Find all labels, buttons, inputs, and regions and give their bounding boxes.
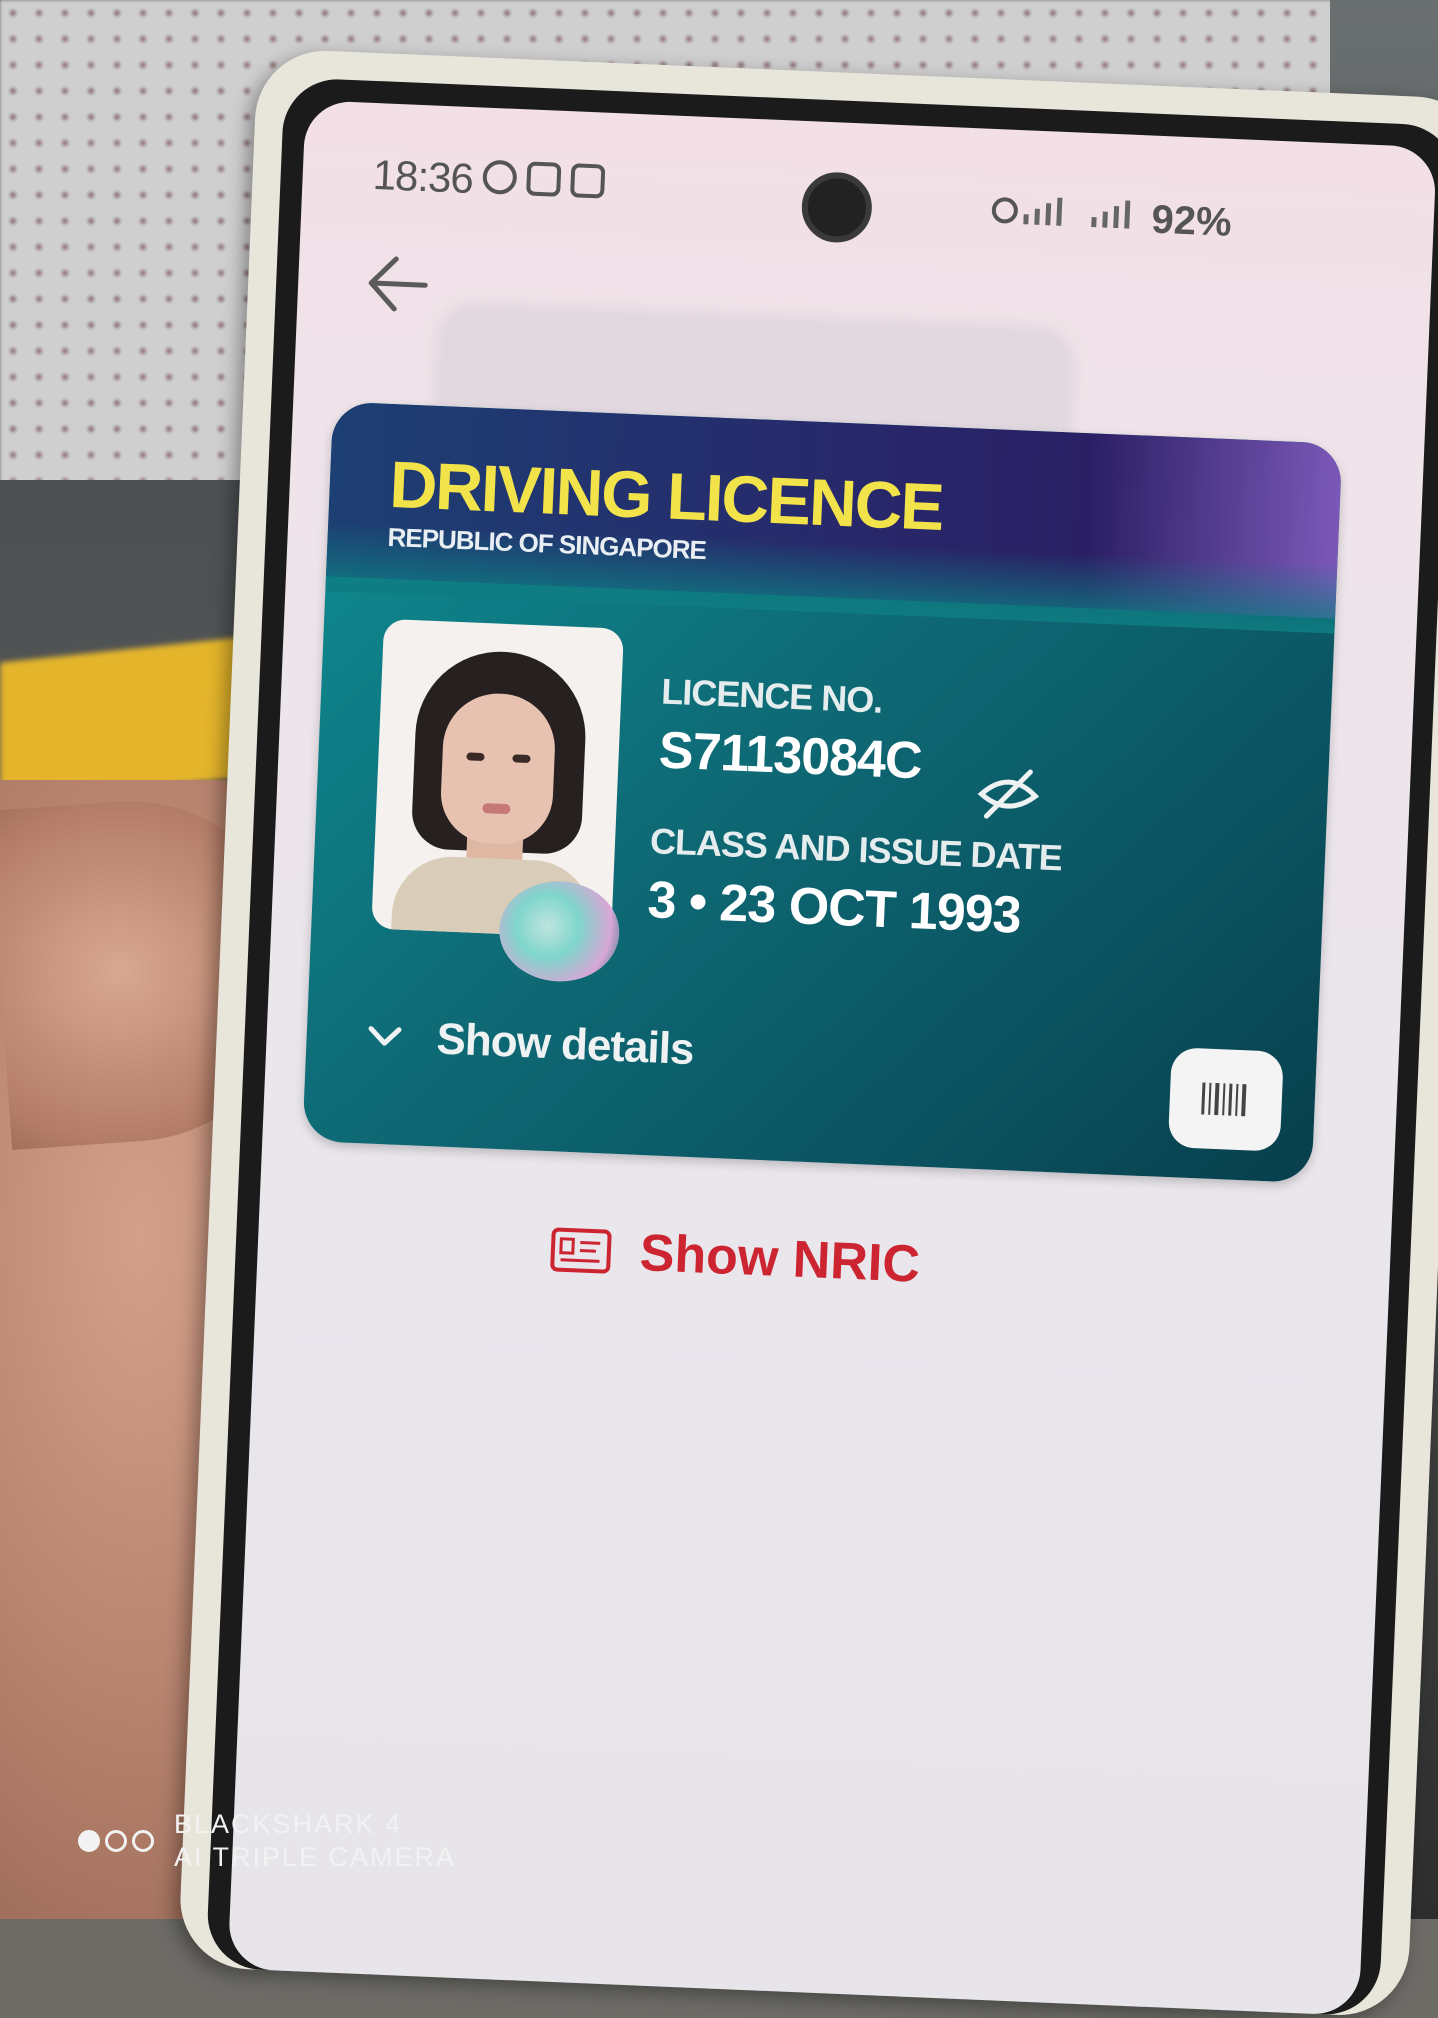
phone-screen: 18:36 92% DRIVING LICENCE REPUBLIC OF SI… <box>227 100 1437 2016</box>
notification-icons <box>482 159 606 199</box>
signal-icons <box>991 195 1131 229</box>
show-nric-button[interactable]: Show NRIC <box>549 1219 921 1294</box>
arrow-left-icon[interactable] <box>362 248 435 321</box>
barcode-icon <box>1201 1082 1247 1117</box>
class-issue-label: CLASS AND ISSUE DATE <box>649 820 1063 879</box>
licence-no-value: S7113084C <box>657 721 923 791</box>
watermark-dots-icon <box>78 1830 154 1852</box>
show-details-label: Show details <box>435 1014 695 1075</box>
licence-no-label: LICENCE NO. <box>660 670 884 721</box>
camera-watermark: BLACKSHARK 4 AI TRIPLE CAMERA <box>78 1808 456 1874</box>
background-yellow-line <box>0 637 240 803</box>
class-issue-value: 3 • 23 OCT 1993 <box>646 871 1022 945</box>
shopping-bag-icon <box>570 163 606 199</box>
barcode-button[interactable] <box>1167 1047 1284 1152</box>
front-camera <box>800 170 874 244</box>
show-details-toggle[interactable]: Show details <box>366 1011 695 1075</box>
alarm-icon <box>991 196 1019 224</box>
phone-case: 18:36 92% DRIVING LICENCE REPUBLIC OF SI… <box>177 48 1438 2018</box>
watermark-line-1: BLACKSHARK 4 <box>174 1809 403 1839</box>
gallery-icon <box>526 161 562 197</box>
phone-bezel: 18:36 92% DRIVING LICENCE REPUBLIC OF SI… <box>205 77 1438 2017</box>
whatsapp-icon <box>482 159 518 195</box>
id-card-icon <box>550 1227 612 1274</box>
chevron-down-icon <box>368 1026 402 1046</box>
watermark-line-2: AI TRIPLE CAMERA <box>174 1842 457 1872</box>
show-nric-label: Show NRIC <box>638 1224 922 1294</box>
eye-off-icon[interactable] <box>976 764 1040 823</box>
battery-percentage: 92% <box>1150 197 1233 245</box>
driving-licence-card: DRIVING LICENCE REPUBLIC OF SINGAPORE LI… <box>302 401 1343 1184</box>
status-time: 18:36 <box>371 150 474 203</box>
